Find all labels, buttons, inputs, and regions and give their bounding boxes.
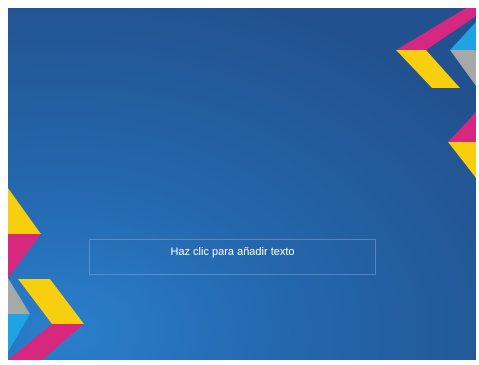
text-placeholder-label: Haz clic para añadir texto [170,246,295,258]
slide-canvas: Haz clic para añadir texto [8,8,476,360]
bottom-left-chevron-icon [8,188,84,360]
text-placeholder-box[interactable]: Haz clic para añadir texto [89,239,376,275]
right-middle-chevron-icon [448,112,476,178]
top-right-chevron-icon [396,8,476,88]
chevron-decorations [8,8,476,360]
